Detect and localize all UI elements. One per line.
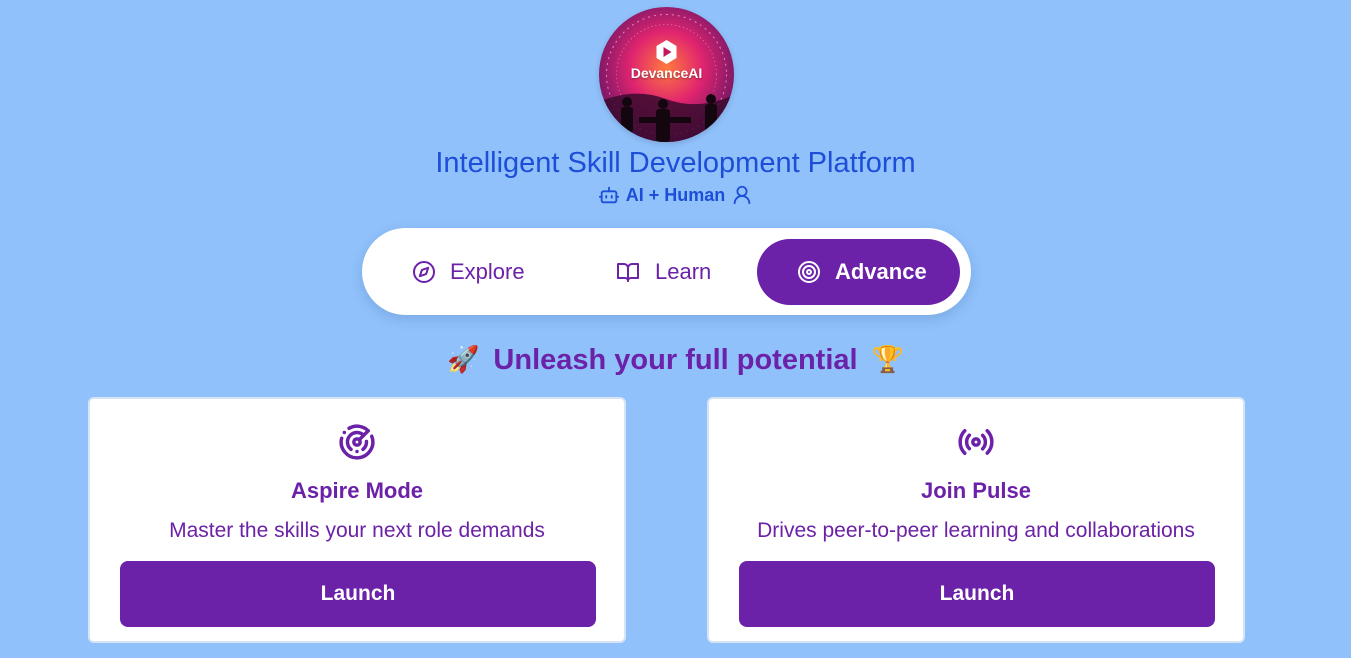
tab-learn[interactable]: Learn bbox=[577, 239, 757, 305]
target-icon bbox=[797, 260, 821, 284]
book-open-icon bbox=[615, 260, 641, 284]
tab-learn-label: Learn bbox=[655, 259, 712, 284]
compass-icon bbox=[412, 260, 436, 284]
page-subtitle: AI + Human bbox=[0, 183, 1351, 207]
tab-advance-label: Advance bbox=[835, 259, 927, 284]
broadcast-icon bbox=[709, 423, 1243, 461]
subtitle-text: AI + Human bbox=[625, 185, 726, 205]
card-description: Master the skills your next role demands bbox=[169, 519, 545, 542]
tab-explore[interactable]: Explore bbox=[372, 239, 572, 305]
join-pulse-launch-button[interactable]: Launch bbox=[739, 561, 1215, 627]
logo-text: DevanceAI bbox=[630, 65, 703, 81]
tagline: 🚀 Unleash your full potential 🏆 bbox=[0, 340, 1351, 380]
tab-advance[interactable]: Advance bbox=[757, 239, 960, 305]
tab-explore-label: Explore bbox=[450, 259, 525, 284]
card-title: Aspire Mode bbox=[290, 478, 424, 503]
mode-tabs: Explore Learn Advance bbox=[362, 228, 971, 315]
card-title: Join Pulse bbox=[920, 478, 1032, 503]
trophy-icon: 🏆 bbox=[871, 345, 904, 375]
radar-icon bbox=[90, 423, 624, 461]
rocket-icon: 🚀 bbox=[447, 345, 480, 375]
aspire-launch-button[interactable]: Launch bbox=[120, 561, 596, 627]
robot-icon bbox=[598, 184, 620, 206]
tagline-text: Unleash your full potential bbox=[493, 344, 858, 376]
card-description: Drives peer-to-peer learning and collabo… bbox=[757, 519, 1195, 542]
user-icon bbox=[731, 184, 753, 206]
join-pulse-card: Join Pulse Drives peer-to-peer learning … bbox=[707, 397, 1245, 643]
page-title: Intelligent Skill Development Platform bbox=[435, 147, 916, 179]
aspire-mode-card: Aspire Mode Master the skills your next … bbox=[88, 397, 626, 643]
